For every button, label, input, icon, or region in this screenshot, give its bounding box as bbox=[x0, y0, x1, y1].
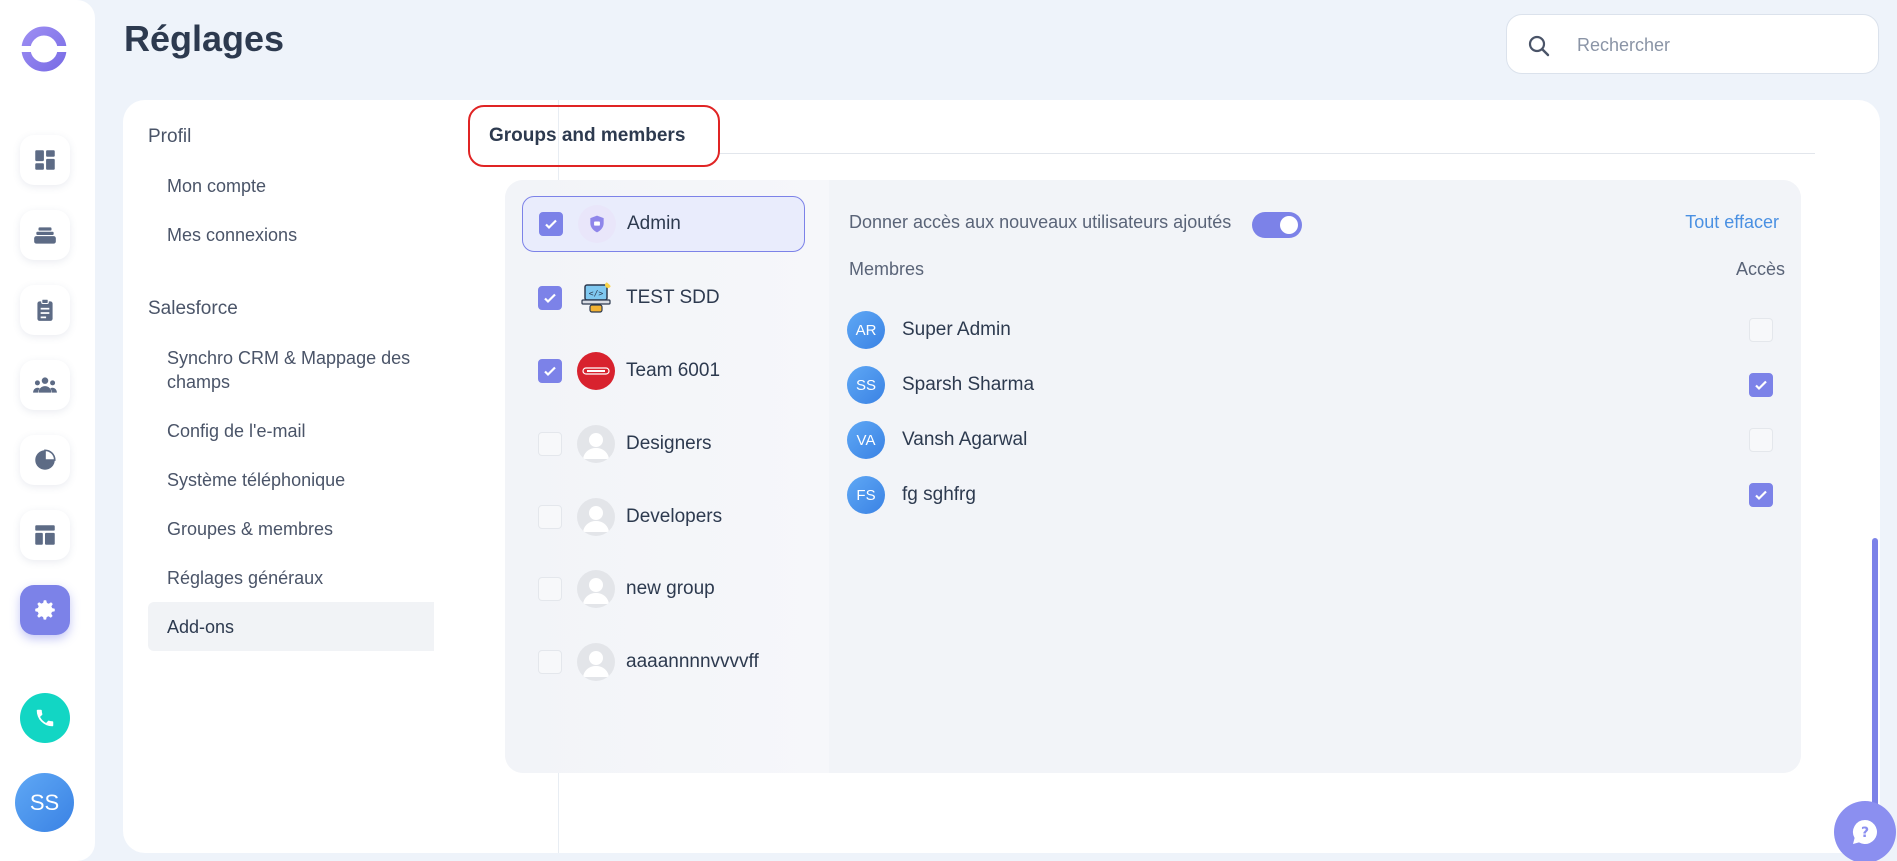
team-icon bbox=[33, 377, 57, 393]
user-placeholder-icon bbox=[577, 498, 615, 536]
layers-icon bbox=[34, 227, 56, 244]
group-checkbox[interactable] bbox=[538, 359, 562, 383]
member-row: VA Vansh Agarwal bbox=[847, 420, 1792, 460]
app-sidebar: SS bbox=[0, 0, 95, 861]
new-users-access-label: Donner accès aux nouveaux utilisateurs a… bbox=[849, 212, 1232, 232]
member-name: Sparsh Sharma bbox=[902, 374, 1035, 395]
nav-section-profil: Profil bbox=[148, 126, 192, 147]
member-avatar: AR bbox=[847, 311, 885, 349]
group-item-designers[interactable]: Designers bbox=[522, 416, 805, 472]
clear-all-link[interactable]: Tout effacer bbox=[1685, 212, 1779, 233]
layout-icon bbox=[35, 525, 55, 545]
phone-icon bbox=[36, 709, 54, 727]
member-name: Super Admin bbox=[902, 319, 1011, 340]
nav-settings-button[interactable] bbox=[20, 585, 70, 635]
check-icon bbox=[544, 366, 556, 377]
group-checkbox[interactable] bbox=[538, 505, 562, 529]
nav-team-button[interactable] bbox=[20, 360, 70, 410]
scrollbar-thumb[interactable] bbox=[1872, 538, 1878, 838]
group-label: Admin bbox=[627, 213, 681, 234]
tab-groups-and-members[interactable]: Groups and members bbox=[468, 105, 720, 167]
member-name: Vansh Agarwal bbox=[902, 429, 1028, 450]
member-avatar: VA bbox=[847, 421, 885, 459]
groups-list: Admin </> TEST SDD Team 6001 Designers D… bbox=[505, 180, 829, 773]
group-item-test-sdd[interactable]: </> TEST SDD bbox=[522, 270, 805, 326]
group-item-new-group[interactable]: new group bbox=[522, 561, 805, 617]
group-checkbox[interactable] bbox=[538, 432, 562, 456]
tab-underline bbox=[718, 153, 1815, 154]
phone-button[interactable] bbox=[20, 693, 70, 743]
robot-laptop-icon: </> bbox=[577, 279, 615, 317]
groups-members-box: Admin </> TEST SDD Team 6001 Designers D… bbox=[505, 180, 1801, 773]
search-input[interactable] bbox=[1577, 33, 1857, 57]
user-avatar[interactable]: SS bbox=[15, 773, 74, 832]
nav-item-mon-compte[interactable]: Mon compte bbox=[148, 174, 434, 198]
page-title: Réglages bbox=[124, 18, 285, 59]
new-users-access-toggle[interactable] bbox=[1252, 212, 1302, 238]
member-avatar: SS bbox=[847, 366, 885, 404]
search-box bbox=[1506, 14, 1879, 74]
settings-panel: Profil Mon compte Mes connexions Salesfo… bbox=[123, 100, 1880, 853]
team-logo-icon bbox=[577, 352, 615, 390]
nav-item-reglages-generaux[interactable]: Réglages généraux bbox=[148, 566, 434, 590]
group-checkbox[interactable] bbox=[538, 650, 562, 674]
app-logo[interactable] bbox=[20, 25, 68, 73]
clipboard-icon bbox=[37, 298, 53, 321]
group-label: aaaannnnvvvvff bbox=[626, 651, 759, 672]
members-column-header: Membres bbox=[849, 259, 925, 279]
dashboard-icon bbox=[35, 150, 55, 170]
nav-item-add-ons[interactable]: Add-ons bbox=[148, 602, 434, 651]
user-placeholder-icon bbox=[577, 643, 615, 681]
svg-text:?: ? bbox=[1861, 825, 1869, 841]
nav-layout-button[interactable] bbox=[20, 510, 70, 560]
member-access-checkbox[interactable] bbox=[1749, 483, 1773, 507]
check-icon bbox=[545, 219, 557, 230]
member-access-checkbox[interactable] bbox=[1749, 428, 1773, 452]
nav-item-config-email[interactable]: Config de l'e-mail bbox=[148, 419, 434, 443]
search-icon bbox=[1528, 35, 1550, 57]
member-row: FS fg sghfrg bbox=[847, 475, 1792, 515]
member-row: SS Sparsh Sharma bbox=[847, 365, 1792, 405]
help-chat-button[interactable]: ? bbox=[1834, 801, 1896, 861]
check-icon bbox=[1755, 490, 1767, 501]
group-label: Designers bbox=[626, 433, 712, 454]
shield-icon bbox=[578, 205, 616, 243]
nav-tasks-button[interactable] bbox=[20, 285, 70, 335]
group-label: Team 6001 bbox=[626, 360, 721, 381]
group-item-developers[interactable]: Developers bbox=[522, 489, 805, 545]
group-checkbox[interactable] bbox=[539, 212, 563, 236]
nav-section-salesforce: Salesforce bbox=[148, 298, 238, 319]
group-label: TEST SDD bbox=[626, 287, 720, 308]
svg-text:</>: </> bbox=[589, 289, 604, 298]
nav-dashboard-button[interactable] bbox=[20, 135, 70, 185]
nav-reports-button[interactable] bbox=[20, 435, 70, 485]
user-placeholder-icon bbox=[577, 570, 615, 608]
nav-item-groupes-membres[interactable]: Groupes & membres bbox=[148, 517, 434, 541]
member-avatar: FS bbox=[847, 476, 885, 514]
user-placeholder-icon bbox=[577, 425, 615, 463]
check-icon bbox=[1755, 380, 1767, 391]
group-checkbox[interactable] bbox=[538, 577, 562, 601]
nav-item-synchro-crm[interactable]: Synchro CRM & Mappage des champs bbox=[148, 346, 434, 394]
members-area: Donner accès aux nouveaux utilisateurs a… bbox=[829, 180, 1801, 773]
nav-item-systeme-telephonique[interactable]: Système téléphonique bbox=[148, 468, 434, 492]
gear-icon bbox=[35, 600, 55, 620]
nav-item-mes-connexions[interactable]: Mes connexions bbox=[148, 223, 434, 247]
group-checkbox[interactable] bbox=[538, 286, 562, 310]
group-item-team-6001[interactable]: Team 6001 bbox=[522, 343, 805, 399]
access-column-header: Accès bbox=[1735, 259, 1785, 279]
check-icon bbox=[544, 293, 556, 304]
group-item-admin[interactable]: Admin bbox=[522, 196, 805, 252]
nav-layers-button[interactable] bbox=[20, 210, 70, 260]
group-label: Developers bbox=[626, 506, 723, 527]
member-access-checkbox[interactable] bbox=[1749, 373, 1773, 397]
member-access-checkbox[interactable] bbox=[1749, 318, 1773, 342]
group-label: new group bbox=[626, 578, 715, 599]
group-item-aaaannnnvvvvff[interactable]: aaaannnnvvvvff bbox=[522, 634, 805, 690]
pie-chart-icon bbox=[35, 449, 56, 470]
help-chat-icon: ? bbox=[1852, 820, 1877, 844]
member-row: AR Super Admin bbox=[847, 310, 1792, 350]
member-name: fg sghfrg bbox=[902, 484, 976, 505]
